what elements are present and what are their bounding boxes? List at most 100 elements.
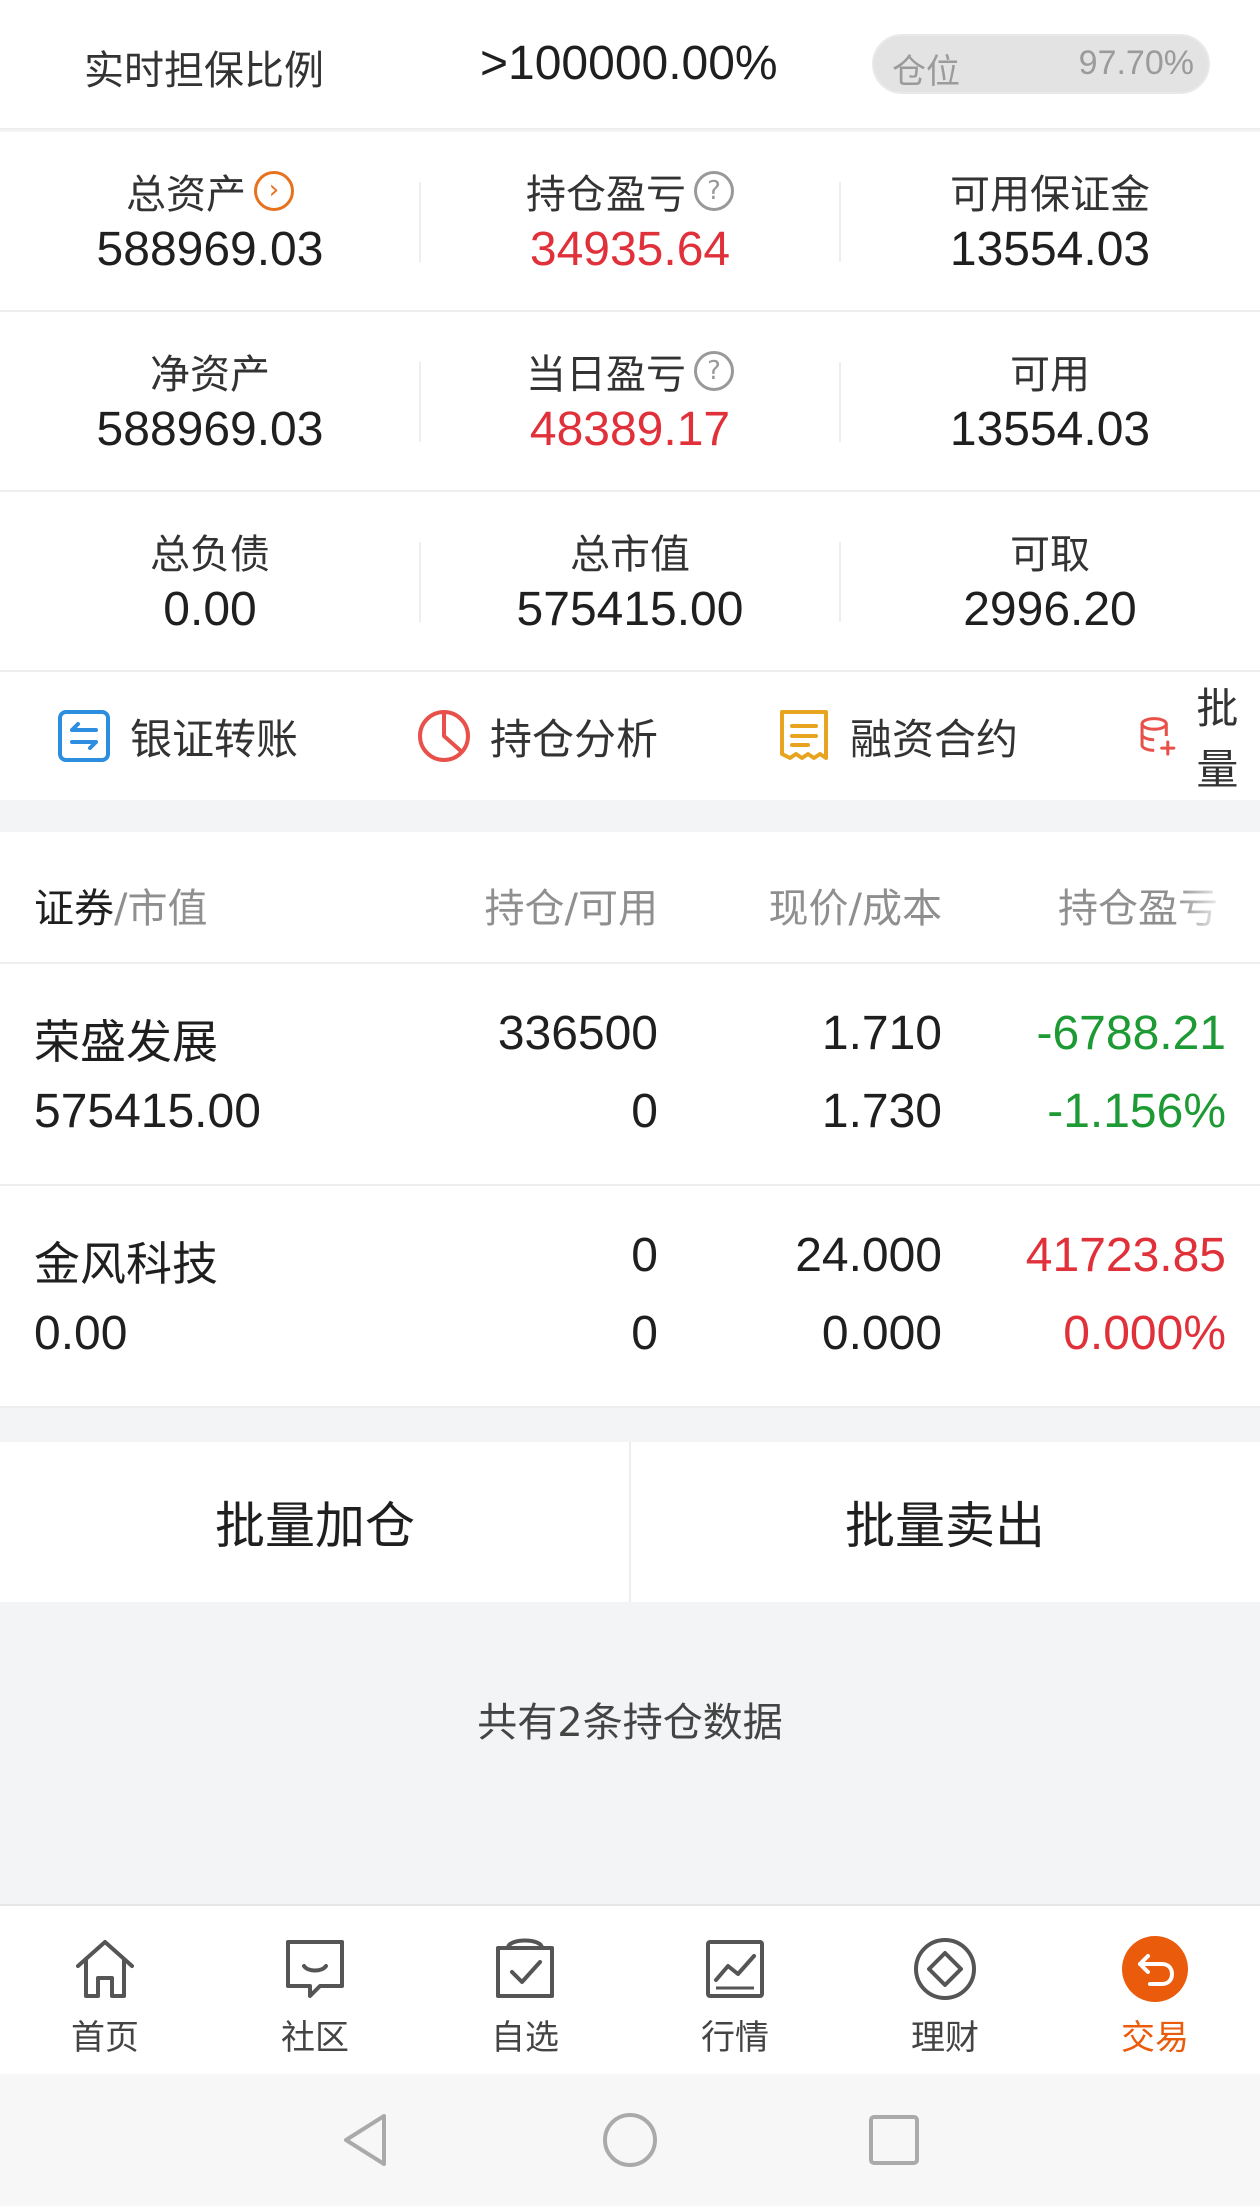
position-ratio-pill: 仓位 97.70% xyxy=(872,34,1210,94)
nav-wealth[interactable]: 理财 xyxy=(840,1906,1050,2076)
total-market-value-value: 575415.00 xyxy=(516,583,744,636)
position-analysis-button[interactable]: 持仓分析 xyxy=(416,672,658,800)
bank-transfer-button[interactable]: 银证转账 xyxy=(56,672,298,800)
watchlist-icon xyxy=(496,1938,554,1998)
home-circle-icon[interactable] xyxy=(598,2108,662,2172)
guarantee-ratio-value: >100000.00% xyxy=(480,37,778,90)
stock-pnl: -6788.21 xyxy=(1036,1007,1227,1060)
total-liabilities-label: 总负债 xyxy=(150,532,270,578)
nav-home[interactable]: 首页 xyxy=(0,1906,210,2076)
available-cell: 可用 13554.03 xyxy=(840,312,1260,492)
market-chart-icon xyxy=(706,1940,764,1998)
total-assets-label: 总资产 xyxy=(126,172,246,218)
asset-row-1: 总资产 › 588969.03 持仓盈亏 ? 34935.64 可用保证金 13… xyxy=(0,132,1260,312)
header-security[interactable]: 证券 xyxy=(34,886,114,932)
stock-market-value: 0.00 xyxy=(34,1307,128,1360)
contract-icon xyxy=(780,710,828,760)
total-assets-value: 588969.03 xyxy=(96,223,324,276)
batch-actions: 批量加仓 批量卖出 xyxy=(0,1442,1260,1602)
header-holding-pnl[interactable]: 持仓盈亏 xyxy=(1058,876,1228,934)
header-market-value[interactable]: /市值 xyxy=(114,886,207,932)
available-label: 可用 xyxy=(1010,352,1090,398)
stock-holding: 336500 xyxy=(497,1007,658,1060)
stock-available: 0 xyxy=(631,1085,658,1138)
batch-add-button[interactable]: 批量加仓 xyxy=(0,1442,630,1602)
net-assets-label: 净资产 xyxy=(150,352,270,398)
header-price-cost[interactable]: 现价/成本 xyxy=(769,876,942,934)
total-market-value-label: 总市值 xyxy=(570,532,690,578)
nav-wealth-label: 理财 xyxy=(911,2018,979,2058)
asset-row-2: 净资产 588969.03 当日盈亏 ? 48389.17 可用 13554.0… xyxy=(0,312,1260,492)
total-liabilities-cell: 总负债 0.00 xyxy=(0,492,420,672)
chat-icon xyxy=(286,1940,344,1998)
holding-pnl-label: 持仓盈亏 xyxy=(526,172,686,218)
nav-market[interactable]: 行情 xyxy=(630,1906,840,2076)
stock-market-value: 575415.00 xyxy=(34,1085,261,1138)
batch-sell-button[interactable]: 批量卖出 xyxy=(630,1442,1260,1602)
nav-trade-label: 交易 xyxy=(1121,2018,1189,2058)
total-liabilities-value: 0.00 xyxy=(163,583,257,636)
stock-price: 1.710 xyxy=(821,1007,942,1060)
question-circle-icon[interactable]: ? xyxy=(694,171,734,211)
daily-pnl-value: 48389.17 xyxy=(529,403,731,456)
available-margin-label: 可用保证金 xyxy=(950,172,1150,218)
diamond-icon xyxy=(914,1938,976,2000)
recent-apps-square-icon[interactable] xyxy=(862,2108,926,2172)
withdrawable-label: 可取 xyxy=(1010,532,1090,578)
back-triangle-icon[interactable] xyxy=(334,2108,398,2172)
table-row[interactable]: 金风科技 0.00 0 0 24.000 0.000 41723.85 0.00… xyxy=(0,1188,1260,1408)
holding-pnl-cell: 持仓盈亏 ? 34935.64 xyxy=(420,132,840,312)
nav-trade[interactable]: 交易 xyxy=(1050,1906,1260,2076)
quick-actions-bar: 银证转账 持仓分析 融资合约 批量 xyxy=(0,672,1260,800)
stock-name: 荣盛发展 xyxy=(34,1015,218,1069)
trade-icon xyxy=(1122,1936,1188,2002)
asset-row-3: 总负债 0.00 总市值 575415.00 可取 2996.20 xyxy=(0,492,1260,672)
stock-pnl-percent: -1.156% xyxy=(1047,1085,1226,1138)
position-analysis-label: 持仓分析 xyxy=(490,714,659,764)
chevron-right-circle-icon[interactable]: › xyxy=(254,171,294,211)
guarantee-ratio-bar: 实时担保比例 >100000.00% 仓位 97.70% xyxy=(0,0,1260,130)
system-nav-bar xyxy=(0,2074,1260,2206)
total-assets-cell[interactable]: 总资产 › 588969.03 xyxy=(0,132,420,312)
available-value: 13554.03 xyxy=(949,403,1151,456)
stock-cost: 0.000 xyxy=(821,1307,942,1360)
total-market-value-cell: 总市值 575415.00 xyxy=(420,492,840,672)
table-row[interactable]: 荣盛发展 575415.00 336500 0 1.710 1.730 -678… xyxy=(0,966,1260,1186)
stock-pnl: 41723.85 xyxy=(1025,1229,1226,1282)
home-icon xyxy=(76,1940,134,1998)
header-holding-available[interactable]: 持仓/可用 xyxy=(485,876,658,934)
nav-watchlist[interactable]: 自选 xyxy=(420,1906,630,2076)
net-assets-cell: 净资产 588969.03 xyxy=(0,312,420,492)
stock-cost: 1.730 xyxy=(821,1085,942,1138)
withdrawable-value: 2996.20 xyxy=(963,583,1137,636)
available-margin-value: 13554.03 xyxy=(949,223,1151,276)
nav-market-label: 行情 xyxy=(701,2018,769,2058)
question-circle-icon[interactable]: ? xyxy=(694,351,734,391)
guarantee-ratio-label: 实时担保比例 xyxy=(84,48,324,94)
holdings-table: 证券/市值 持仓/可用 现价/成本 持仓盈亏 荣盛发展 575415.00 33… xyxy=(0,832,1260,1408)
margin-contract-label: 融资合约 xyxy=(850,714,1019,764)
batch-action-label: 批量 xyxy=(1196,684,1239,794)
margin-contract-button[interactable]: 融资合约 xyxy=(776,672,1018,800)
pie-chart-icon xyxy=(418,710,470,762)
stock-price: 24.000 xyxy=(795,1229,942,1282)
database-add-icon xyxy=(1140,717,1176,756)
daily-pnl-cell: 当日盈亏 ? 48389.17 xyxy=(420,312,840,492)
stock-holding: 0 xyxy=(631,1229,658,1282)
withdrawable-cell: 可取 2996.20 xyxy=(840,492,1260,672)
daily-pnl-label: 当日盈亏 xyxy=(526,352,686,398)
nav-community[interactable]: 社区 xyxy=(210,1906,420,2076)
position-value: 97.70% xyxy=(1078,44,1194,82)
position-label: 仓位 xyxy=(892,52,960,92)
nav-home-label: 首页 xyxy=(71,2018,139,2058)
batch-action-button[interactable]: 批量 xyxy=(1136,672,1260,800)
available-margin-cell: 可用保证金 13554.03 xyxy=(840,132,1260,312)
stock-name: 金风科技 xyxy=(34,1237,218,1291)
transfer-icon xyxy=(58,710,110,762)
nav-watchlist-label: 自选 xyxy=(491,2018,559,2058)
table-header: 证券/市值 持仓/可用 现价/成本 持仓盈亏 xyxy=(0,832,1260,964)
nav-community-label: 社区 xyxy=(281,2018,349,2058)
holdings-count-text: 共有2条持仓数据 xyxy=(477,1700,783,1746)
bottom-nav: 首页 社区 自选 行情 理财 交易 xyxy=(0,1904,1260,2074)
holding-pnl-value: 34935.64 xyxy=(529,223,731,276)
